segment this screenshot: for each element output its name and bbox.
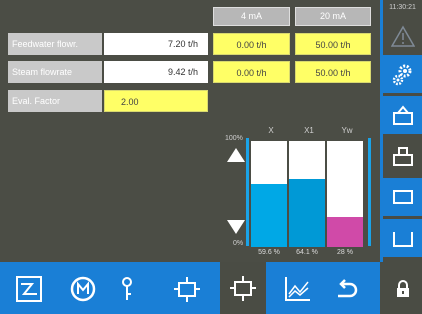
motor-icon <box>70 276 96 302</box>
bar-yw-percent: 28 % <box>337 249 353 256</box>
return-arrow-icon <box>338 279 358 298</box>
feedwater-value[interactable]: 7.20 t/h <box>104 33 208 55</box>
process-diagram-icon <box>16 276 42 302</box>
bar-yw-fill <box>327 217 363 247</box>
io-module-active-icon <box>230 276 256 301</box>
bar-x-percent: 59.6 % <box>258 249 280 256</box>
frame-center-icon <box>392 147 413 166</box>
view-full-button[interactable] <box>383 178 422 216</box>
bar-graph: 100% 0% X X1 Yw 59.6 % 64.1 % 28 % <box>225 126 375 258</box>
view-top-button[interactable] <box>383 96 422 134</box>
header-4ma: 4 mA <box>213 7 290 26</box>
gears-icon <box>392 64 411 86</box>
arrow-up-icon[interactable] <box>227 148 245 162</box>
feedwater-4ma-field[interactable]: 0.00 t/h <box>213 33 290 55</box>
steam-label: Steam flowrate <box>8 61 102 83</box>
steam-20ma-field[interactable]: 50.00 t/h <box>295 61 371 83</box>
right-sidebar: 11:30:21 <box>380 0 422 314</box>
clock: 11:30:21 <box>389 4 416 11</box>
probe-icon <box>122 277 132 300</box>
warning-icon <box>390 25 415 47</box>
steam-4ma-field[interactable]: 0.00 t/h <box>213 61 290 83</box>
axis-bottom-label: 0% <box>233 240 244 247</box>
io-active-button[interactable] <box>220 262 266 314</box>
diagram-button[interactable] <box>6 266 52 312</box>
io-module-icon <box>174 277 200 302</box>
lock-icon <box>396 280 409 297</box>
bar-x <box>251 141 287 247</box>
rectangle-icon <box>392 190 413 204</box>
alarm-button[interactable] <box>383 17 422 55</box>
motor-button[interactable] <box>60 266 106 312</box>
back-button[interactable] <box>324 266 370 312</box>
trend-button[interactable] <box>274 266 320 312</box>
bar-x-fill <box>251 183 287 247</box>
bar-x1-percent: 64.1 % <box>296 249 318 256</box>
bar-yw-header: Yw <box>341 126 353 135</box>
eval-factor-field[interactable]: 2.00 <box>104 90 208 112</box>
bar-x1-fill <box>289 179 325 247</box>
feedwater-label: Feedwater flowr. <box>8 33 102 55</box>
trend-chart-icon <box>285 277 310 301</box>
axis-top-label: 100% <box>225 135 243 142</box>
feedwater-20ma-field[interactable]: 50.00 t/h <box>295 33 371 55</box>
main-panel: 4 mA 20 mA Feedwater flowr. 7.20 t/h 0.0… <box>0 0 380 262</box>
bar-x1-header: X1 <box>304 126 314 135</box>
probe-button[interactable] <box>104 266 150 312</box>
frame-top-icon <box>392 105 413 125</box>
io-button[interactable] <box>164 266 210 312</box>
eval-factor-label: Eval. Factor <box>8 90 102 112</box>
bar-x1 <box>289 141 325 247</box>
view-active-button[interactable] <box>383 137 422 175</box>
view-bottom-button[interactable] <box>383 219 422 257</box>
steam-value[interactable]: 9.42 t/h <box>104 61 208 83</box>
bar-yw <box>327 141 363 247</box>
lock-button[interactable] <box>383 270 422 308</box>
bar-x-header: X <box>268 126 274 135</box>
bottom-toolbar <box>0 262 380 314</box>
settings-button[interactable] <box>383 55 422 93</box>
frame-bottom-icon <box>392 232 413 247</box>
header-20ma: 20 mA <box>295 7 371 26</box>
arrow-down-icon[interactable] <box>227 220 245 234</box>
